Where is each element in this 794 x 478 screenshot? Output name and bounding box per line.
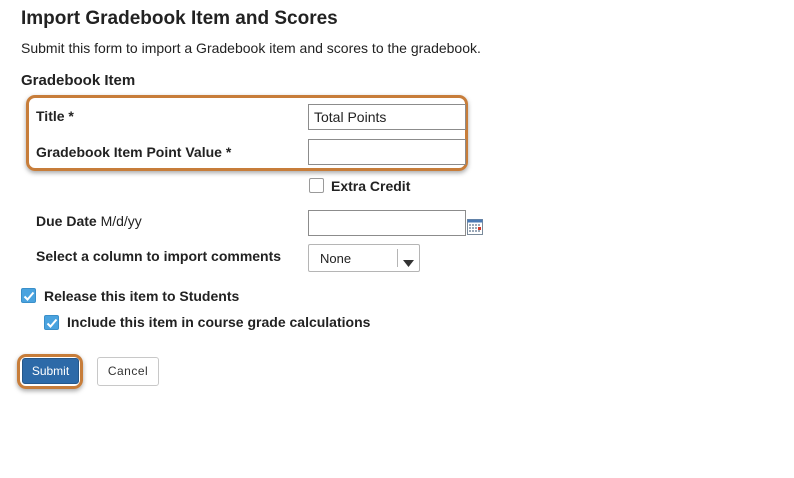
point-value-label: Gradebook Item Point Value *: [36, 144, 232, 160]
checkmark-icon: [23, 291, 35, 301]
cancel-button[interactable]: Cancel: [97, 357, 159, 386]
title-label: Title *: [36, 108, 74, 124]
extra-credit-checkbox[interactable]: [309, 178, 324, 193]
include-grade-checkbox[interactable]: [44, 315, 59, 330]
release-checkbox[interactable]: [21, 288, 36, 303]
title-input[interactable]: [308, 104, 466, 130]
due-date-input[interactable]: [308, 210, 466, 236]
point-value-input[interactable]: [308, 139, 466, 165]
comments-column-selected: None: [320, 251, 352, 266]
checkmark-icon: [46, 318, 58, 328]
comments-column-select[interactable]: None: [308, 244, 420, 272]
calendar-icon[interactable]: [467, 219, 483, 235]
due-date-format: M/d/yy: [100, 213, 142, 229]
page-description: Submit this form to import a Gradebook i…: [21, 40, 481, 56]
select-divider: [397, 249, 398, 267]
include-grade-label: Include this item in course grade calcul…: [67, 314, 371, 330]
comments-column-label: Select a column to import comments: [36, 248, 282, 264]
page-title: Import Gradebook Item and Scores: [21, 8, 338, 29]
chevron-down-icon: [403, 255, 414, 270]
submit-button[interactable]: Submit: [22, 358, 79, 384]
due-date-label-text: Due Date: [36, 213, 97, 229]
due-date-label: Due Date M/d/yy: [36, 213, 142, 229]
extra-credit-label: Extra Credit: [331, 178, 411, 194]
release-label: Release this item to Students: [44, 288, 240, 304]
section-heading: Gradebook Item: [21, 72, 136, 89]
